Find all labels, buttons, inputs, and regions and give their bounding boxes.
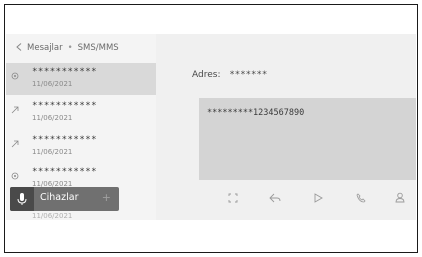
message-sender: ***********	[32, 67, 98, 77]
chevron-left-icon[interactable]	[16, 42, 22, 54]
breadcrumb: Mesajlar • SMS/MMS	[16, 41, 119, 55]
list-item[interactable]: *********** 11/06/2021	[6, 63, 156, 95]
message-date: 11/06/2021	[32, 80, 73, 88]
message-sender: ***********	[32, 167, 98, 177]
address-value: *******	[229, 70, 268, 80]
message-sender: ***********	[32, 101, 98, 111]
unread-message-icon	[10, 72, 20, 82]
reply-icon[interactable]	[267, 192, 283, 208]
plus-icon[interactable]: +	[102, 191, 111, 204]
breadcrumb-current: SMS/MMS	[77, 43, 119, 53]
address-label: Adres:	[192, 70, 221, 80]
message-date: 11/06/2021	[32, 148, 73, 156]
expand-icon[interactable]	[225, 192, 241, 208]
obscured-message-date: 11/06/2021	[32, 212, 73, 220]
sent-arrow-icon	[10, 106, 20, 116]
play-icon[interactable]	[310, 192, 326, 208]
breadcrumb-separator-icon: •	[67, 43, 73, 53]
device-voice-bar[interactable]: Cihazlar +	[10, 187, 119, 211]
message-body: *********1234567890	[207, 108, 305, 118]
devices-label: Cihazlar	[40, 192, 79, 203]
microphone-icon[interactable]	[10, 187, 34, 211]
message-body-box[interactable]: *********1234567890	[199, 98, 416, 180]
message-detail-panel: Adres: ******* *********1234567890	[156, 34, 416, 220]
call-icon[interactable]	[353, 192, 369, 208]
address-line: Adres: *******	[192, 70, 267, 80]
list-item[interactable]: *********** 11/06/2021	[6, 97, 156, 129]
list-item[interactable]: *********** 11/06/2021	[6, 131, 156, 163]
sent-arrow-icon	[10, 140, 20, 150]
message-sender: ***********	[32, 135, 98, 145]
message-date: 11/06/2021	[32, 114, 73, 122]
unread-message-icon	[10, 172, 20, 182]
breadcrumb-parent[interactable]: Mesajlar	[27, 43, 63, 53]
contact-icon[interactable]	[392, 192, 408, 208]
